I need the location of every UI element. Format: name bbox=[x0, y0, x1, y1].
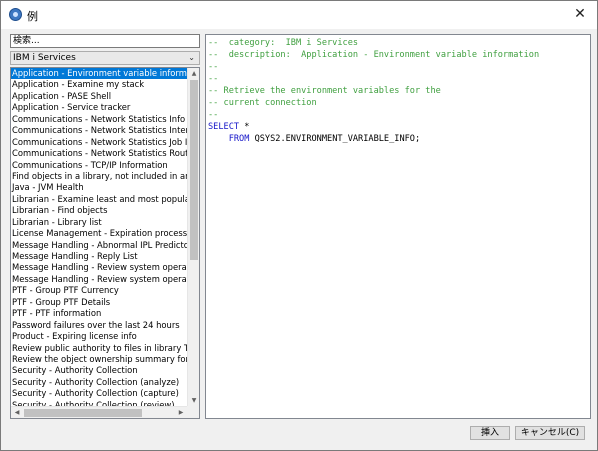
list-item[interactable]: PTF - Group PTF Currency bbox=[11, 285, 187, 296]
title-bar: 例 ✕ bbox=[1, 1, 597, 29]
list-item[interactable]: Librarian - Examine least and most popul… bbox=[11, 194, 187, 205]
code-line: -- description: Application - Environmen… bbox=[208, 50, 540, 60]
close-icon[interactable]: ✕ bbox=[569, 4, 591, 24]
vertical-scrollbar[interactable]: ▲ ▼ bbox=[187, 68, 199, 406]
list-item[interactable]: Application - Examine my stack bbox=[11, 79, 187, 90]
list-item[interactable]: Communications - TCP/IP Information bbox=[11, 160, 187, 171]
list-item[interactable]: Review public authority to files in libr… bbox=[11, 343, 187, 354]
code-line: -- category: IBM i Services bbox=[208, 38, 359, 48]
code-line: -- Retrieve the environment variables fo… bbox=[208, 86, 441, 96]
search-input[interactable]: 検索... bbox=[10, 34, 200, 48]
list-item[interactable]: Communications - Network Statistics Job … bbox=[11, 137, 187, 148]
scroll-up-arrow-icon[interactable]: ▲ bbox=[188, 68, 199, 79]
list-item[interactable]: Security - Authority Collection (capture… bbox=[11, 388, 187, 399]
window-title: 例 bbox=[27, 10, 38, 23]
chevron-down-icon: ⌄ bbox=[188, 53, 195, 62]
list-item[interactable]: Java - JVM Health bbox=[11, 182, 187, 193]
list-item[interactable]: Application - Environment variable infor… bbox=[11, 68, 187, 80]
list-item[interactable]: Librarian - Find objects bbox=[11, 205, 187, 216]
list-item[interactable]: Application - PASE Shell bbox=[11, 91, 187, 102]
scroll-right-arrow-icon[interactable]: ▶ bbox=[175, 407, 187, 418]
list-item[interactable]: Message Handling - Review system operato… bbox=[11, 274, 187, 285]
list-item[interactable]: Password failures over the last 24 hours bbox=[11, 320, 187, 331]
scrollbar-corner bbox=[187, 406, 199, 418]
list-item[interactable]: Message Handling - Abnormal IPL Predicto… bbox=[11, 240, 187, 251]
list-item[interactable]: Find objects in a library, not included … bbox=[11, 171, 187, 182]
list-item[interactable]: Message Handling - Reply List bbox=[11, 251, 187, 262]
sql-editor[interactable]: -- category: IBM i Services -- descriptio… bbox=[205, 34, 591, 419]
horizontal-scroll-thumb[interactable] bbox=[24, 409, 142, 417]
scroll-left-arrow-icon[interactable]: ◀ bbox=[11, 407, 23, 418]
sql-text: QSYS2.ENVIRONMENT_VARIABLE_INFO; bbox=[249, 134, 421, 144]
code-line: -- bbox=[208, 74, 219, 84]
code-line: SELECT * bbox=[208, 121, 249, 133]
list-item[interactable]: Security - Authority Collection (analyze… bbox=[11, 377, 187, 388]
list-item[interactable]: PTF - Group PTF Details bbox=[11, 297, 187, 308]
code-line: -- current connection bbox=[208, 98, 317, 108]
list-item[interactable]: Communications - Network Statistics Info… bbox=[11, 114, 187, 125]
list-item[interactable]: Message Handling - Review system operato… bbox=[11, 262, 187, 273]
cancel-button[interactable]: キャンセル(C) bbox=[515, 426, 585, 440]
app-icon bbox=[9, 8, 22, 21]
examples-list-items: Application - Environment variable infor… bbox=[11, 68, 187, 406]
list-item[interactable]: Communications - Network Statistics Rout… bbox=[11, 148, 187, 159]
insert-button[interactable]: 挿入 bbox=[470, 426, 510, 440]
sql-text: * bbox=[239, 122, 250, 132]
list-item[interactable]: Application - Service tracker bbox=[11, 102, 187, 113]
sql-keyword: FROM bbox=[228, 134, 250, 144]
list-item[interactable]: License Management - Expiration processi… bbox=[11, 228, 187, 239]
list-item[interactable]: Security - Authority Collection bbox=[11, 365, 187, 376]
list-item[interactable]: Review the object ownership summary for … bbox=[11, 354, 187, 365]
list-item[interactable]: Librarian - Library list bbox=[11, 217, 187, 228]
code-line: -- bbox=[208, 62, 219, 72]
list-item[interactable]: Product - Expiring license info bbox=[11, 331, 187, 342]
sql-keyword: SELECT bbox=[208, 122, 240, 132]
list-item[interactable]: Communications - Network Statistics Inte… bbox=[11, 125, 187, 136]
examples-panel: 検索... IBM i Services ⌄ Application - Env… bbox=[10, 34, 200, 419]
list-item[interactable]: PTF - PTF information bbox=[11, 308, 187, 319]
scroll-down-arrow-icon[interactable]: ▼ bbox=[188, 395, 199, 406]
dialog-window: 例 ✕ 検索... IBM i Services ⌄ Application -… bbox=[0, 0, 598, 451]
category-select-value: IBM i Services bbox=[13, 53, 76, 63]
code-line: -- bbox=[208, 110, 219, 120]
category-select[interactable]: IBM i Services ⌄ bbox=[10, 51, 200, 65]
code-line: FROM QSYS2.ENVIRONMENT_VARIABLE_INFO; bbox=[208, 133, 420, 145]
vertical-scroll-thumb[interactable] bbox=[190, 80, 198, 260]
examples-list[interactable]: Application - Environment variable infor… bbox=[10, 67, 200, 419]
horizontal-scrollbar[interactable]: ◀ ▶ bbox=[11, 406, 187, 418]
